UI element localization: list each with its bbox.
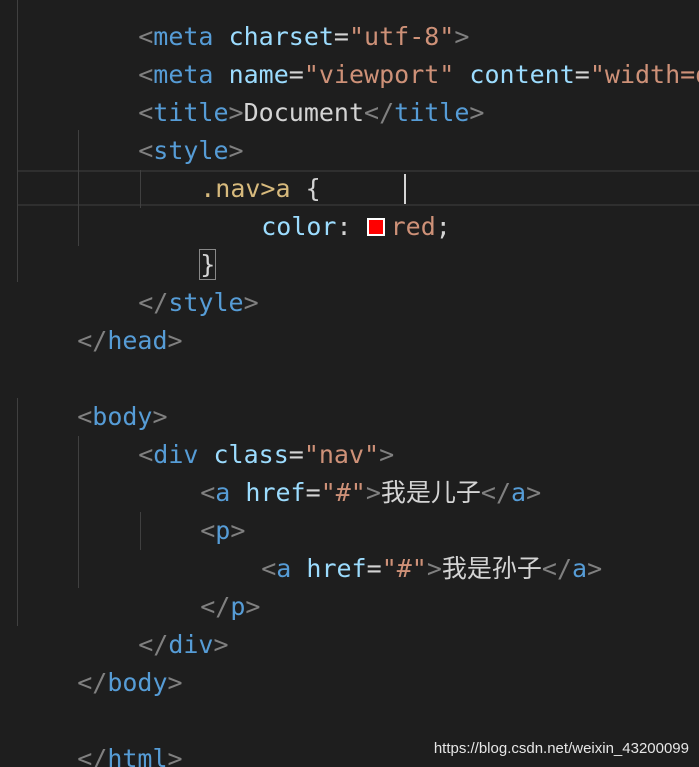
code-line-5: .nav>a { bbox=[140, 132, 320, 203]
attr-name: href bbox=[306, 554, 367, 583]
code-line-3: <title>Document</title> bbox=[138, 98, 485, 127]
tag-name: head bbox=[107, 326, 168, 355]
css-value: red bbox=[390, 212, 436, 241]
code-line-11: <body> bbox=[77, 402, 168, 431]
attr-value: "#" bbox=[320, 478, 366, 507]
tag-name: a bbox=[511, 478, 527, 507]
link-text: 我是儿子 bbox=[380, 478, 481, 507]
colon: : bbox=[336, 212, 352, 241]
tag-name: a bbox=[572, 554, 588, 583]
code-line-1: <meta charset="utf-8"> bbox=[78, 0, 469, 51]
text-cursor bbox=[404, 174, 406, 204]
attr-name: content bbox=[469, 60, 575, 89]
tag-name: body bbox=[107, 668, 168, 697]
indent-guide bbox=[17, 0, 18, 282]
tag-name: a bbox=[276, 554, 292, 583]
color-swatch-icon[interactable] bbox=[366, 218, 385, 236]
attr-name: href bbox=[245, 478, 306, 507]
title-text: Document bbox=[243, 98, 365, 127]
code-line-8: </style> bbox=[138, 288, 259, 317]
code-line-12: <div class="nav"> bbox=[138, 440, 395, 469]
semicolon: ; bbox=[435, 212, 451, 241]
css-property: color bbox=[261, 212, 337, 241]
tag-name: p bbox=[230, 592, 246, 621]
code-editor[interactable]: <meta charset="utf-8"> <meta name="viewp… bbox=[0, 0, 699, 767]
code-line-18: </body> bbox=[77, 668, 183, 697]
attr-value: "width=devi bbox=[589, 60, 699, 89]
code-line-6: color: red; bbox=[201, 170, 451, 241]
code-line-2: <meta name="viewport" content="width=dev… bbox=[78, 18, 699, 89]
code-line-9: </head> bbox=[77, 326, 183, 355]
code-line-14: <p> bbox=[200, 516, 246, 545]
code-line-4: <style> bbox=[138, 136, 244, 165]
code-line-13: <a href="#">我是儿子</a> bbox=[200, 478, 542, 507]
code-line-20: </html> bbox=[17, 702, 182, 767]
tag-name: title bbox=[394, 98, 470, 127]
watermark: https://blog.csdn.net/weixin_43200099 bbox=[433, 740, 689, 757]
tag-name: html bbox=[107, 744, 168, 767]
code-line-15: <a href="#">我是孙子</a> bbox=[261, 554, 603, 583]
link-text: 我是孙子 bbox=[441, 554, 542, 583]
attr-value: "#" bbox=[381, 554, 427, 583]
code-line-7: } bbox=[140, 208, 217, 280]
code-line-17: </div> bbox=[138, 630, 229, 659]
code-line-16: </p> bbox=[200, 592, 261, 621]
